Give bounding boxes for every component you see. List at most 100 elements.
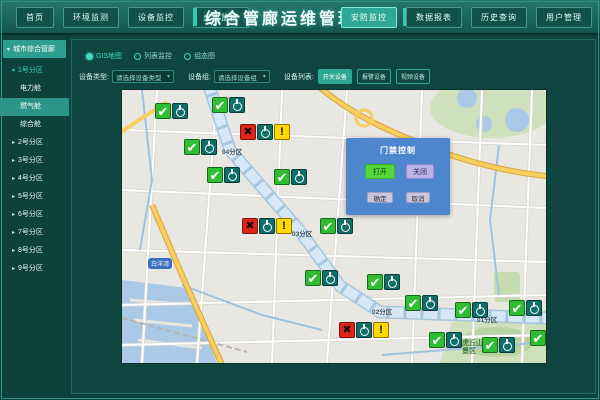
status-ok-icon-glyph: ✔ bbox=[432, 334, 443, 347]
view-mode-row: GIS地图 列表监控 组态图 bbox=[86, 51, 215, 61]
chevron-right-icon: ▸ bbox=[12, 140, 15, 146]
sidebar-zone-7[interactable]: ▸7号分区 bbox=[0, 224, 69, 242]
caret-down-icon: ▾ bbox=[7, 47, 10, 53]
nav-user-manage[interactable]: 用户管理 bbox=[536, 7, 592, 28]
device-marker-ok[interactable]: ✔ bbox=[455, 302, 488, 318]
device-marker-ok[interactable]: ✔ bbox=[405, 295, 438, 311]
sidebar-cabin-multi-label: 综合舱 bbox=[20, 121, 41, 128]
device-btn-alarm[interactable]: 报警设备 bbox=[357, 69, 391, 84]
chevron-down-icon: ▾ bbox=[263, 73, 266, 80]
nav-env-monitor[interactable]: 环境监测 bbox=[63, 7, 119, 28]
device-marker-ok[interactable]: ✔ bbox=[482, 337, 515, 353]
device-marker-ok[interactable]: ✔ bbox=[367, 274, 400, 290]
power-symbol bbox=[476, 307, 485, 316]
door-open-button[interactable]: 打开 bbox=[365, 164, 395, 179]
popup-title: 门禁控制 bbox=[346, 145, 450, 156]
status-ok-icon-glyph: ✔ bbox=[215, 99, 226, 112]
sidebar-zone-3[interactable]: ▸3号分区 bbox=[0, 152, 69, 170]
chevron-right-icon: ▸ bbox=[12, 194, 15, 200]
sidebar-zone-9-label: 9号分区 bbox=[18, 265, 43, 272]
status-ok-icon: ✔ bbox=[274, 169, 290, 185]
device-marker-alarm[interactable]: ✖! bbox=[240, 124, 290, 140]
sidebar-zone-5-label: 5号分区 bbox=[18, 193, 43, 200]
sidebar-root-label: 城市综合管廊 bbox=[13, 46, 55, 53]
device-marker-ok[interactable]: ✔ bbox=[212, 97, 245, 113]
status-ok-icon: ✔ bbox=[509, 300, 525, 316]
sidebar-cabin-multi[interactable]: 综合舱 bbox=[0, 116, 69, 134]
device-marker-ok[interactable]: ✔ bbox=[274, 169, 307, 185]
view-scada[interactable]: 组态图 bbox=[184, 51, 215, 61]
confirm-button[interactable]: 确定 bbox=[367, 192, 393, 203]
view-gis-map-label: GIS地图 bbox=[96, 51, 122, 61]
sidebar-zone-8[interactable]: ▸8号分区 bbox=[0, 242, 69, 260]
device-marker-ok[interactable]: ✔ bbox=[509, 300, 542, 316]
content-panel: GIS地图列表监控组态图 设备类型: 请选择设备类型 ▾ 设备组: 请选择设备组… bbox=[71, 39, 596, 394]
radio-icon bbox=[86, 53, 93, 60]
sidebar-zone-2[interactable]: ▸2号分区 bbox=[0, 134, 69, 152]
nav-data-report[interactable]: 数据报表 bbox=[406, 7, 462, 28]
sidebar-zone-3-label: 3号分区 bbox=[18, 157, 43, 164]
view-scada-label: 组态图 bbox=[194, 51, 215, 61]
warning-icon-glyph: ! bbox=[282, 221, 286, 232]
nav-home[interactable]: 首页 bbox=[16, 7, 54, 28]
gis-map[interactable]: 门禁控制 打开 关闭 确定 取消 04分区03分区02分区01分区白洋湾虎丘山风… bbox=[121, 89, 547, 364]
power-icon bbox=[291, 169, 307, 185]
device-btn-video[interactable]: 视频设备 bbox=[396, 69, 430, 84]
chevron-right-icon: ▸ bbox=[12, 158, 15, 164]
sidebar-cabin-power[interactable]: 电力舱 bbox=[0, 80, 69, 98]
door-close-button[interactable]: 关闭 bbox=[406, 164, 434, 179]
device-marker-ok[interactable]: ✔ bbox=[305, 270, 338, 286]
device-marker-ok[interactable]: ✔ bbox=[530, 330, 547, 346]
sidebar-tree: ▾1号分区电力舱燃气舱综合舱▸2号分区▸3号分区▸4号分区▸5号分区▸6号分区▸… bbox=[0, 62, 69, 278]
power-icon bbox=[499, 337, 515, 353]
power-icon bbox=[229, 97, 245, 113]
power-icon bbox=[201, 139, 217, 155]
view-list-monitor[interactable]: 列表监控 bbox=[134, 51, 172, 61]
device-marker-ok[interactable]: ✔ bbox=[429, 332, 462, 348]
sidebar-zone-7-label: 7号分区 bbox=[18, 229, 43, 236]
sidebar-cabin-gas[interactable]: 燃气舱 bbox=[0, 98, 69, 116]
device-list-buttons: 开关设备报警设备视频设备 bbox=[318, 69, 430, 84]
device-marker-alarm[interactable]: ✖! bbox=[339, 322, 389, 338]
sidebar-zone-5[interactable]: ▸5号分区 bbox=[0, 188, 69, 206]
sidebar-zone-4[interactable]: ▸4号分区 bbox=[0, 170, 69, 188]
device-marker-ok[interactable]: ✔ bbox=[207, 167, 240, 183]
nav-device-monitor[interactable]: 设备监控 bbox=[128, 7, 184, 28]
device-marker-ok[interactable]: ✔ bbox=[155, 103, 188, 119]
device-marker-ok[interactable]: ✔ bbox=[184, 139, 217, 155]
view-gis-map[interactable]: GIS地图 bbox=[86, 51, 122, 61]
device-marker-alarm[interactable]: ✖! bbox=[242, 218, 292, 234]
sidebar-zone-6[interactable]: ▸6号分区 bbox=[0, 206, 69, 224]
sidebar-zone-6-label: 6号分区 bbox=[18, 211, 43, 218]
nav-history-query[interactable]: 历史查询 bbox=[471, 7, 527, 28]
nav-security-monitor[interactable]: 安防监控 bbox=[341, 7, 397, 28]
device-marker-ok[interactable]: ✔ bbox=[320, 218, 353, 234]
status-fault-icon-glyph: ✖ bbox=[243, 127, 252, 138]
sidebar-zone-9[interactable]: ▸9号分区 bbox=[0, 260, 69, 278]
zone-label: 02分区 bbox=[372, 306, 392, 316]
road-badge-label: 白洋湾 bbox=[148, 258, 172, 269]
device-group-select[interactable]: 请选择设备组 ▾ bbox=[214, 70, 270, 83]
warning-icon: ! bbox=[274, 124, 290, 140]
status-ok-icon: ✔ bbox=[305, 270, 321, 286]
status-ok-icon-glyph: ✔ bbox=[485, 339, 496, 352]
sidebar-zone-1-label: 1号分区 bbox=[18, 67, 43, 74]
filter-device-group-label: 设备组: bbox=[188, 72, 211, 82]
power-symbol bbox=[503, 342, 512, 351]
device-type-select[interactable]: 请选择设备类型 ▾ bbox=[112, 70, 174, 83]
power-symbol bbox=[426, 300, 435, 309]
status-ok-icon: ✔ bbox=[320, 218, 336, 234]
power-icon bbox=[259, 218, 275, 234]
power-icon bbox=[224, 167, 240, 183]
device-btn-switch[interactable]: 开关设备 bbox=[318, 69, 352, 84]
sidebar-cabin-gas-label: 燃气舱 bbox=[20, 103, 41, 110]
device-group-value: 请选择设备组 bbox=[218, 72, 257, 82]
status-fault-icon: ✖ bbox=[242, 218, 258, 234]
sidebar-root-node[interactable]: ▾城市综合管廊 bbox=[3, 40, 66, 58]
status-fault-icon-glyph: ✖ bbox=[245, 221, 254, 232]
sidebar-zone-1[interactable]: ▾1号分区 bbox=[0, 62, 69, 80]
cancel-button[interactable]: 取消 bbox=[406, 192, 430, 203]
warning-icon: ! bbox=[373, 322, 389, 338]
power-icon bbox=[526, 300, 542, 316]
power-symbol bbox=[360, 327, 369, 336]
